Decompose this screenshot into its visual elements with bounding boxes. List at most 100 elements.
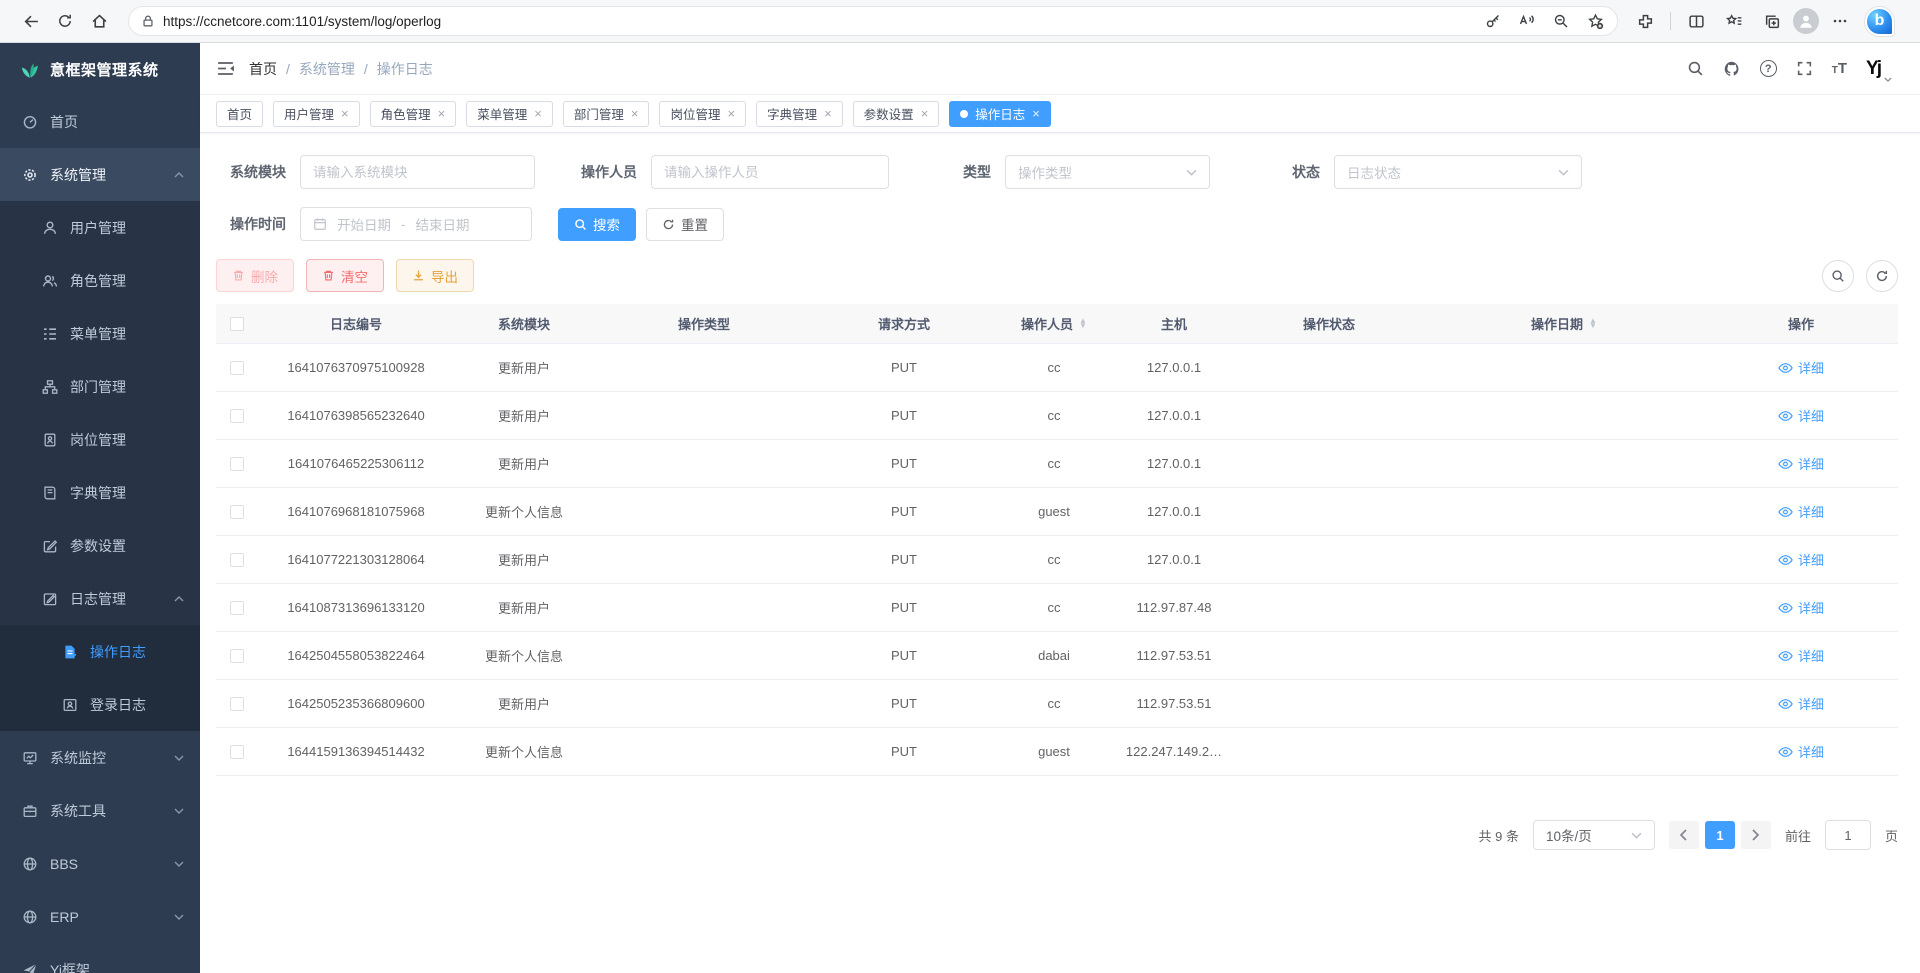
detail-link[interactable]: 详细 — [1778, 694, 1824, 713]
row-checkbox[interactable] — [230, 601, 244, 615]
detail-link[interactable]: 详细 — [1778, 502, 1824, 521]
url-bar[interactable]: https://ccnetcore.com:1101/system/log/op… — [128, 6, 1618, 36]
detail-link[interactable]: 详细 — [1778, 406, 1824, 425]
table-row[interactable]: 1641076398565232640 更新用户 PUT cc 127.0.0.… — [216, 392, 1898, 440]
row-checkbox[interactable] — [230, 457, 244, 471]
refresh-icon[interactable] — [48, 6, 82, 36]
table-row[interactable]: 1641087313696133120 更新用户 PUT cc 112.97.8… — [216, 584, 1898, 632]
github-icon[interactable] — [1723, 60, 1741, 78]
sidebar-item-log-mgmt[interactable]: 日志管理 — [0, 572, 200, 625]
detail-link[interactable]: 详细 — [1778, 598, 1824, 617]
table-row[interactable]: 1641076465225306112 更新用户 PUT cc 127.0.0.… — [216, 440, 1898, 488]
row-checkbox[interactable] — [230, 505, 244, 519]
detail-link[interactable]: 详细 — [1778, 454, 1824, 473]
tab-dict-mgmt[interactable]: 字典管理× — [756, 101, 843, 127]
help-icon[interactable]: ? — [1760, 60, 1777, 77]
row-checkbox[interactable] — [230, 649, 244, 663]
table-row[interactable]: 1644159136394514432 更新个人信息 PUT guest 122… — [216, 728, 1898, 776]
sidebar-item-dict-mgmt[interactable]: 字典管理 — [0, 466, 200, 519]
sidebar-item-system-mgmt[interactable]: 系统管理 — [0, 148, 200, 201]
col-op-date[interactable]: 操作日期▲▼ — [1424, 314, 1704, 333]
tab-user-mgmt[interactable]: 用户管理× — [273, 101, 360, 127]
tab-dept-mgmt[interactable]: 部门管理× — [563, 101, 650, 127]
close-icon[interactable]: × — [824, 107, 832, 120]
url-text[interactable]: https://ccnetcore.com:1101/system/log/op… — [163, 14, 1479, 29]
date-range-picker[interactable]: 开始日期 - 结束日期 — [300, 207, 532, 241]
home-icon[interactable] — [82, 6, 116, 36]
detail-link[interactable]: 详细 — [1778, 550, 1824, 569]
detail-link[interactable]: 详细 — [1778, 646, 1824, 665]
sort-icon[interactable]: ▲▼ — [1079, 319, 1087, 329]
table-row[interactable]: 1642505235366809600 更新用户 PUT cc 112.97.5… — [216, 680, 1898, 728]
sidebar-item-param-settings[interactable]: 参数设置 — [0, 519, 200, 572]
export-button[interactable]: 导出 — [396, 259, 474, 292]
app-logo[interactable]: 意框架管理系统 — [0, 43, 200, 95]
collapse-sidebar-icon[interactable] — [216, 60, 235, 77]
row-checkbox[interactable] — [230, 361, 244, 375]
tab-role-mgmt[interactable]: 角色管理× — [370, 101, 457, 127]
back-icon[interactable] — [14, 6, 48, 36]
yi-logo[interactable]: Yj — [1866, 59, 1890, 78]
close-icon[interactable]: × — [534, 107, 542, 120]
sidebar-item-system-monitor[interactable]: 系统监控 — [0, 731, 200, 784]
sidebar-item-dept-mgmt[interactable]: 部门管理 — [0, 360, 200, 413]
sidebar-item-home[interactable]: 首页 — [0, 95, 200, 148]
sidebar-item-bbs[interactable]: BBS — [0, 837, 200, 890]
sort-icon[interactable]: ▲▼ — [1589, 319, 1597, 329]
goto-page-input[interactable] — [1825, 820, 1871, 850]
close-icon[interactable]: × — [438, 107, 446, 120]
tab-menu-mgmt[interactable]: 菜单管理× — [466, 101, 553, 127]
delete-button[interactable]: 删除 — [216, 259, 294, 292]
reset-button[interactable]: 重置 — [646, 208, 724, 241]
sidebar-item-erp[interactable]: ERP — [0, 890, 200, 943]
split-screen-icon[interactable] — [1679, 6, 1713, 36]
prev-page-button[interactable] — [1669, 821, 1699, 849]
tab-home[interactable]: 首页 — [216, 101, 263, 127]
search-button[interactable]: 搜索 — [558, 208, 636, 241]
read-aloud-icon[interactable] — [1513, 6, 1541, 36]
select-all-checkbox[interactable] — [230, 317, 244, 331]
profile-avatar[interactable] — [1793, 8, 1819, 34]
row-checkbox[interactable] — [230, 409, 244, 423]
close-icon[interactable]: × — [341, 107, 349, 120]
extensions-icon[interactable] — [1628, 6, 1662, 36]
sidebar-item-system-tools[interactable]: 系统工具 — [0, 784, 200, 837]
sidebar-item-operation-log[interactable]: 操作日志 — [0, 625, 200, 678]
col-operator[interactable]: 操作人员▲▼ — [994, 314, 1114, 333]
table-row[interactable]: 1642504558053822464 更新个人信息 PUT dabai 112… — [216, 632, 1898, 680]
collections-icon[interactable] — [1755, 6, 1789, 36]
row-checkbox[interactable] — [230, 553, 244, 567]
sidebar-item-yi-framework[interactable]: Yi框架 — [0, 943, 200, 973]
table-row[interactable]: 1641076370975100928 更新用户 PUT cc 127.0.0.… — [216, 344, 1898, 392]
close-icon[interactable]: × — [727, 107, 735, 120]
close-icon[interactable]: × — [1032, 107, 1040, 120]
sidebar-item-login-log[interactable]: 登录日志 — [0, 678, 200, 731]
key-icon[interactable] — [1479, 6, 1507, 36]
search-icon[interactable] — [1687, 60, 1704, 77]
font-size-icon[interactable]: TT — [1832, 60, 1847, 77]
sidebar-item-menu-mgmt[interactable]: 菜单管理 — [0, 307, 200, 360]
detail-link[interactable]: 详细 — [1778, 742, 1824, 761]
tab-param-settings[interactable]: 参数设置× — [853, 101, 940, 127]
clear-button[interactable]: 清空 — [306, 259, 384, 292]
tab-post-mgmt[interactable]: 岗位管理× — [659, 101, 746, 127]
favorites-bar-icon[interactable] — [1717, 6, 1751, 36]
sidebar-item-post-mgmt[interactable]: 岗位管理 — [0, 413, 200, 466]
close-icon[interactable]: × — [921, 107, 929, 120]
sidebar-item-role-mgmt[interactable]: 角色管理 — [0, 254, 200, 307]
refresh-list-icon[interactable] — [1866, 260, 1898, 292]
row-checkbox[interactable] — [230, 697, 244, 711]
row-checkbox[interactable] — [230, 745, 244, 759]
module-input[interactable] — [313, 165, 522, 180]
fullscreen-icon[interactable] — [1796, 60, 1813, 77]
status-select[interactable]: 日志状态 — [1334, 155, 1582, 189]
type-select[interactable]: 操作类型 — [1005, 155, 1210, 189]
table-row[interactable]: 1641077221303128064 更新用户 PUT cc 127.0.0.… — [216, 536, 1898, 584]
sidebar-item-user-mgmt[interactable]: 用户管理 — [0, 201, 200, 254]
breadcrumb-home[interactable]: 首页 — [249, 59, 277, 79]
search-toggle-icon[interactable] — [1822, 260, 1854, 292]
favorite-add-icon[interactable] — [1581, 6, 1609, 36]
zoom-out-icon[interactable] — [1547, 6, 1575, 36]
more-icon[interactable] — [1823, 6, 1857, 36]
next-page-button[interactable] — [1741, 821, 1771, 849]
